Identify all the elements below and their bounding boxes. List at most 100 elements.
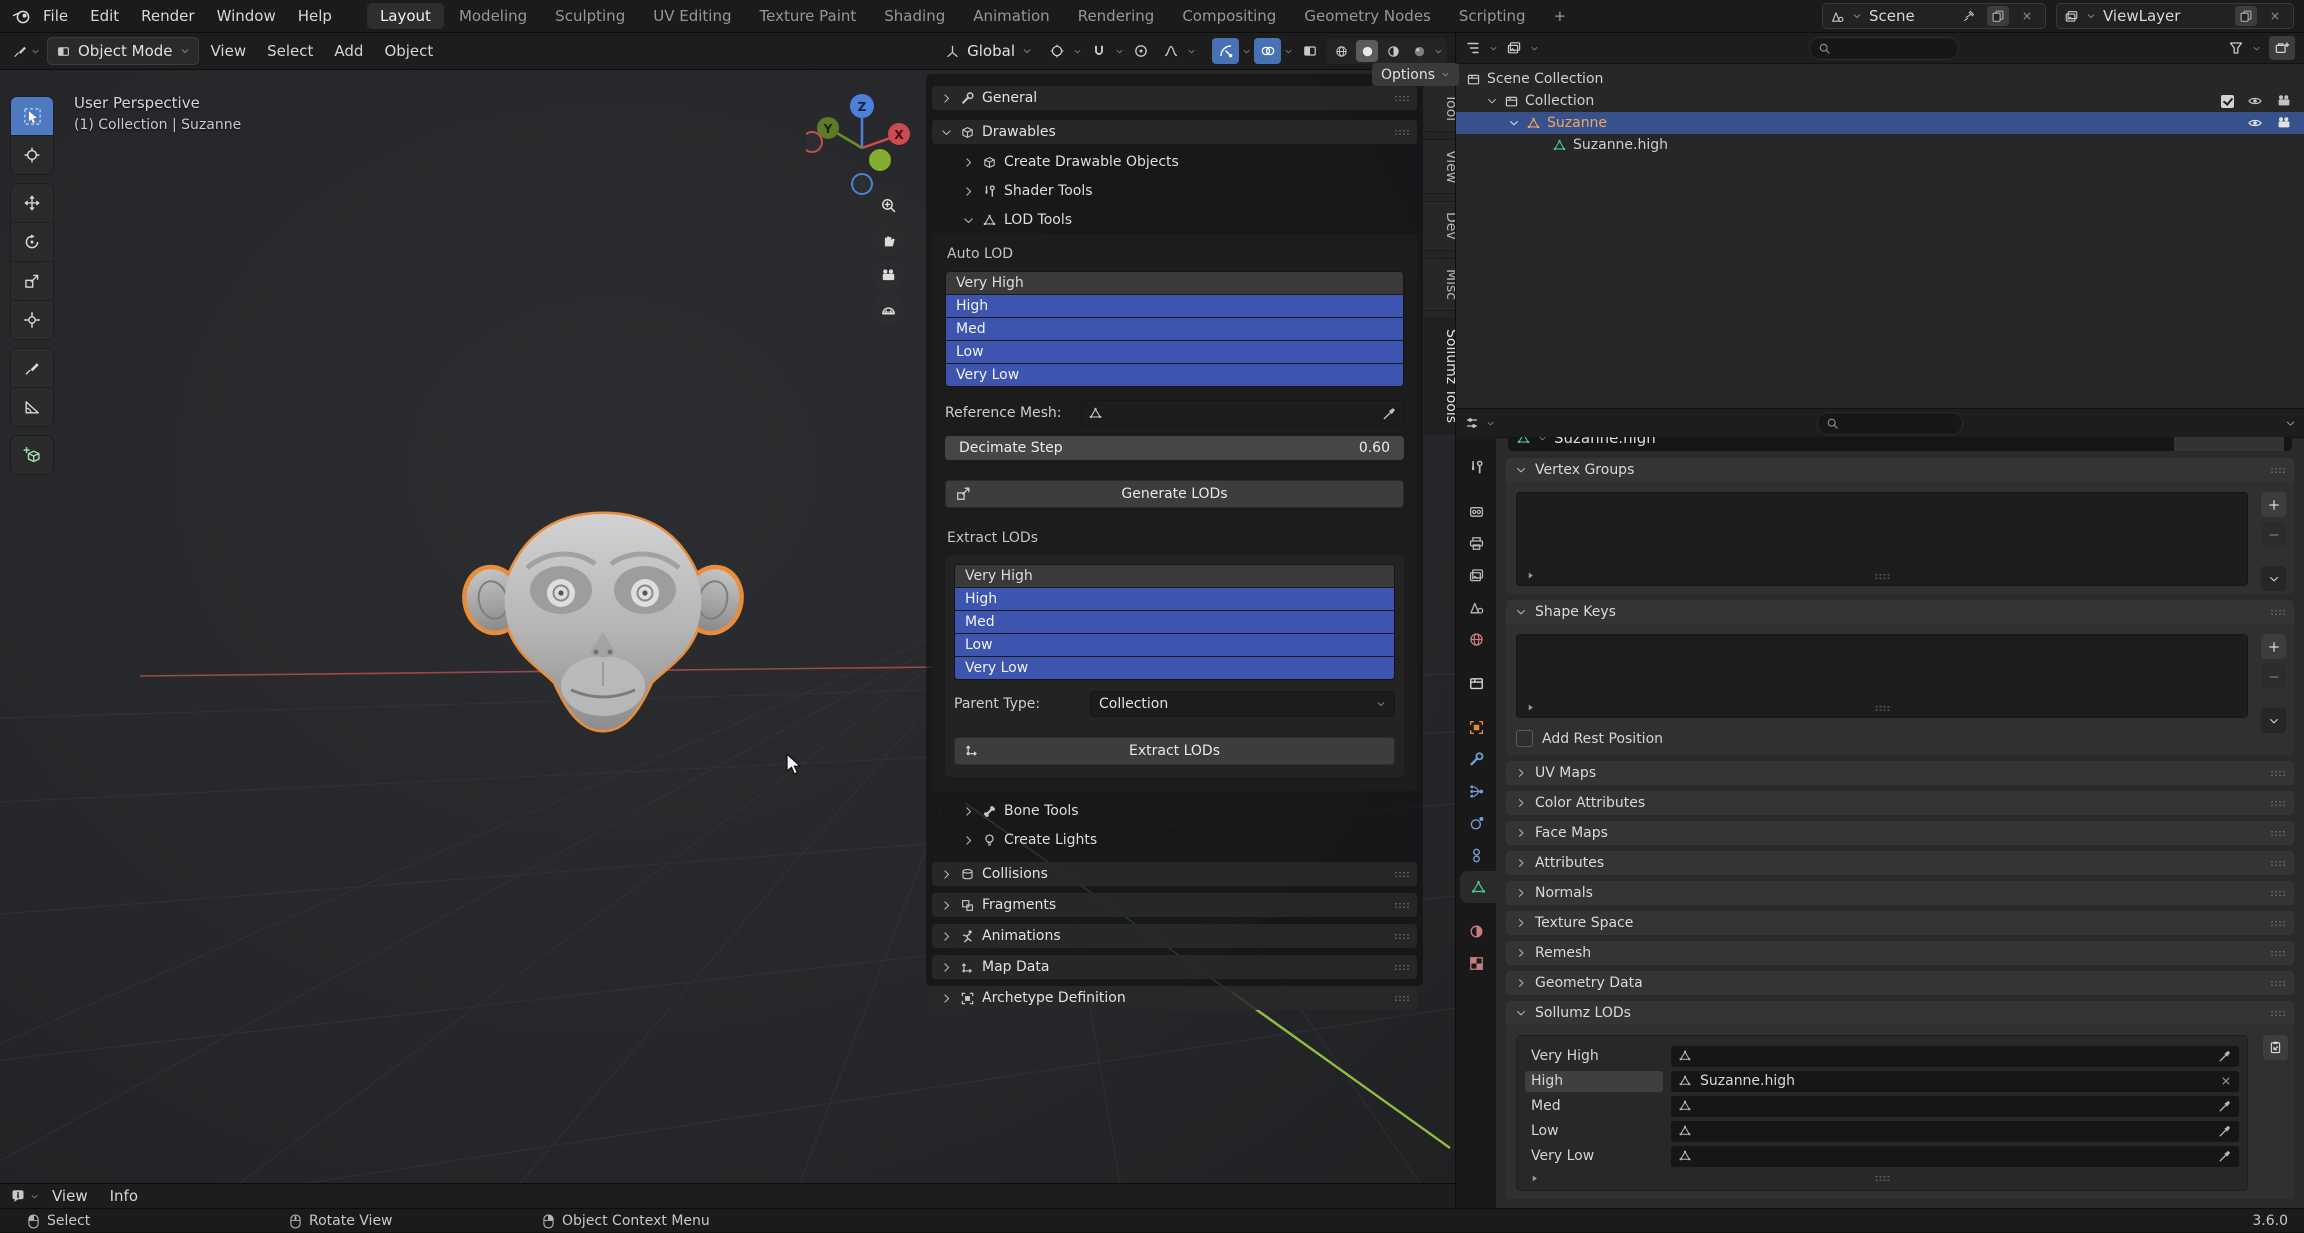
- hide-eye-icon[interactable]: [2247, 93, 2263, 109]
- list-expand-icon[interactable]: [1529, 1173, 1540, 1184]
- disclosure-triangle[interactable]: [1508, 117, 1520, 129]
- disable-render-camera-icon[interactable]: [2276, 93, 2292, 109]
- shading-wireframe-button[interactable]: [1330, 40, 1352, 62]
- drag-handle[interactable]: [1394, 995, 1409, 1002]
- decimate-step-slider[interactable]: Decimate Step 0.60: [945, 436, 1404, 460]
- mode-dropdown[interactable]: Object Mode: [47, 37, 199, 65]
- properties-search-input[interactable]: [1817, 412, 1963, 435]
- menu-view[interactable]: View: [202, 42, 256, 60]
- tool-add-cube[interactable]: [10, 435, 54, 475]
- panel-face-maps[interactable]: Face Maps: [1506, 821, 2294, 845]
- panel-lod-tools[interactable]: LOD Tools: [954, 208, 1417, 232]
- shading-solid-button[interactable]: [1356, 40, 1378, 62]
- drag-handle[interactable]: [1394, 95, 1409, 102]
- eyedropper-icon[interactable]: [2218, 1124, 2232, 1138]
- workspace-tab-sculpting[interactable]: Sculpting: [542, 3, 638, 29]
- drag-handle[interactable]: [2270, 920, 2285, 927]
- lod-field-very-high[interactable]: [1671, 1046, 2239, 1067]
- workspace-tab-shading[interactable]: Shading: [871, 3, 958, 29]
- extract-level-very-low[interactable]: Very Low: [955, 656, 1394, 679]
- panel-bone-tools[interactable]: Bone Tools: [954, 799, 1417, 823]
- shading-rendered-button[interactable]: [1408, 40, 1430, 62]
- shape-keys-list[interactable]: [1516, 634, 2248, 718]
- tool-move[interactable]: [10, 183, 54, 223]
- outliner-row-suzanne-high[interactable]: Suzanne.high: [1456, 134, 2304, 156]
- new-viewlayer-button[interactable]: [2235, 6, 2257, 26]
- info-editor-icon[interactable]: [10, 1188, 26, 1204]
- workspace-tab-animation[interactable]: Animation: [960, 3, 1062, 29]
- drag-handle[interactable]: [2270, 609, 2285, 616]
- panel-shape-keys[interactable]: Shape Keys: [1506, 600, 2294, 624]
- tab-texture[interactable]: [1456, 947, 1496, 979]
- auto-lod-level-very-low[interactable]: Very Low: [946, 363, 1403, 386]
- extract-lods-button[interactable]: Extract LODs: [954, 737, 1395, 765]
- tab-particles[interactable]: [1456, 775, 1496, 807]
- blender-logo-icon[interactable]: [12, 8, 32, 24]
- menu-add[interactable]: Add: [325, 42, 372, 60]
- options-dropdown[interactable]: Options: [1372, 63, 1459, 86]
- snap-toggle-button[interactable]: [1085, 38, 1112, 64]
- auto-lod-level-med[interactable]: Med: [946, 317, 1403, 340]
- lod-label-low[interactable]: Low: [1525, 1121, 1663, 1142]
- pivot-point-button[interactable]: [1043, 38, 1070, 64]
- drag-handle[interactable]: [1394, 964, 1409, 971]
- workspace-tab-texture-paint[interactable]: Texture Paint: [746, 3, 869, 29]
- drag-handle[interactable]: [1394, 129, 1409, 136]
- menu-select[interactable]: Select: [258, 42, 322, 60]
- suzanne-object[interactable]: [455, 490, 751, 742]
- remove-viewlayer-button[interactable]: [2264, 6, 2286, 26]
- tab-tool[interactable]: [1456, 451, 1496, 483]
- extract-level-very-high[interactable]: Very High: [955, 565, 1394, 587]
- reference-mesh-field[interactable]: [1081, 400, 1404, 426]
- scene-selector[interactable]: Scene: [1822, 3, 2046, 29]
- clear-x-icon[interactable]: [2220, 1075, 2232, 1087]
- panel-animations[interactable]: Animations: [932, 924, 1417, 948]
- outliner-row-collection[interactable]: Collection: [1456, 90, 2304, 112]
- tab-object-data[interactable]: [1460, 871, 1496, 903]
- eyedropper-icon[interactable]: [2218, 1099, 2232, 1113]
- panel-create-drawable-objects[interactable]: Create Drawable Objects: [954, 150, 1417, 174]
- drag-handle[interactable]: [2270, 860, 2285, 867]
- tab-view-layer[interactable]: [1456, 559, 1496, 591]
- auto-lod-level-low[interactable]: Low: [946, 340, 1403, 363]
- tool-scale[interactable]: [10, 261, 54, 301]
- filter-funnel-icon[interactable]: [2228, 40, 2244, 56]
- tool-select-box[interactable]: [10, 96, 54, 136]
- tool-measure[interactable]: [10, 387, 54, 427]
- navigation-gizmo[interactable]: Z X Y: [806, 86, 918, 198]
- panel-uv-maps[interactable]: UV Maps: [1506, 761, 2294, 785]
- tab-constraints[interactable]: [1456, 839, 1496, 871]
- disclosure-triangle[interactable]: [1486, 95, 1498, 107]
- tab-output[interactable]: [1456, 527, 1496, 559]
- panel-create-lights[interactable]: Create Lights: [954, 828, 1417, 852]
- remove-vertex-group-button[interactable]: [2261, 522, 2286, 547]
- drag-handle[interactable]: [2270, 770, 2285, 777]
- add-vertex-group-button[interactable]: [2261, 492, 2286, 517]
- lod-field-very-low[interactable]: [1671, 1146, 2239, 1167]
- tool-annotate[interactable]: [10, 348, 54, 388]
- eyedropper-icon[interactable]: [1382, 406, 1397, 421]
- lod-field-low[interactable]: [1671, 1121, 2239, 1142]
- panel-sollumz-lods[interactable]: Sollumz LODs: [1506, 1001, 2294, 1025]
- tab-world[interactable]: [1456, 623, 1496, 655]
- info-menu-view[interactable]: View: [43, 1187, 97, 1205]
- panel-shader-tools[interactable]: Shader Tools: [954, 179, 1417, 203]
- hide-eye-icon[interactable]: [2247, 115, 2263, 131]
- lod-label-very-high[interactable]: Very High: [1525, 1046, 1663, 1067]
- falloff-button[interactable]: [1157, 38, 1184, 64]
- info-menu-info[interactable]: Info: [101, 1187, 147, 1205]
- lod-label-very-low[interactable]: Very Low: [1525, 1146, 1663, 1167]
- drag-handle[interactable]: [2270, 467, 2285, 474]
- panel-collisions[interactable]: Collisions: [932, 862, 1417, 886]
- editor-type-button[interactable]: [8, 43, 44, 59]
- outliner-row-suzanne[interactable]: Suzanne: [1456, 112, 2304, 134]
- collection-checkbox[interactable]: [2221, 95, 2234, 108]
- lod-field-high[interactable]: Suzanne.high: [1671, 1071, 2239, 1092]
- tab-modifiers[interactable]: [1456, 743, 1496, 775]
- drag-handle[interactable]: [1394, 902, 1409, 909]
- eyedropper-icon[interactable]: [2218, 1149, 2232, 1163]
- pan-view-button[interactable]: [872, 224, 904, 256]
- add-workspace-button[interactable]: +: [1541, 3, 1580, 29]
- list-resize-grip[interactable]: [1875, 705, 1890, 712]
- tool-transform[interactable]: [10, 300, 54, 340]
